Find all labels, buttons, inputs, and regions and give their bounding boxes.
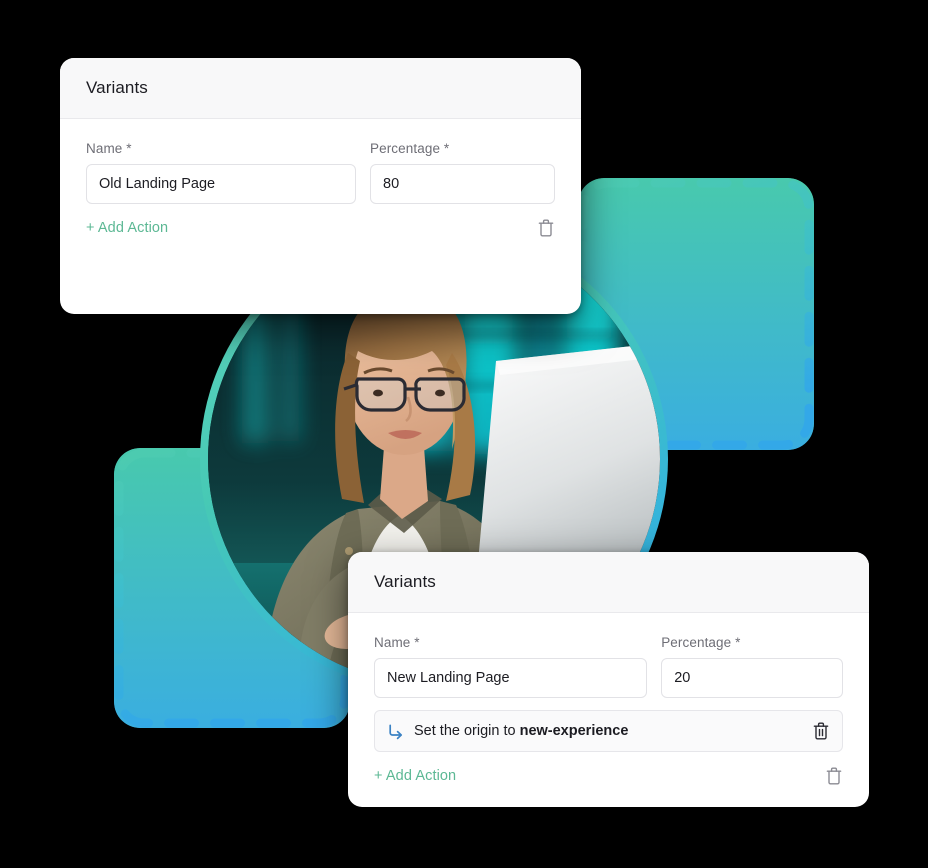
name-label: Name * [374,635,420,650]
percentage-field: Percentage * 80 [370,141,555,204]
percentage-input[interactable]: 20 [661,658,843,698]
trash-icon[interactable] [812,721,830,741]
name-input[interactable]: Old Landing Page [86,164,356,204]
composition-stage: Variants Name * Old Landing Page Percent… [0,0,928,868]
action-text-emphasis: new-experience [519,723,629,739]
name-field: Name * New Landing Page [374,635,648,698]
add-action-row: + Add Action [86,218,555,238]
card-title: Variants [374,572,436,591]
variants-card-old: Variants Name * Old Landing Page Percent… [60,58,581,314]
action-text-prefix: Set the origin to [414,723,520,739]
name-input[interactable]: New Landing Page [374,658,648,698]
action-description: Set the origin to new-experience [414,723,802,739]
trash-icon-glyph [538,219,554,237]
percentage-label: Percentage * [370,141,450,156]
corner-down-right-arrow-glyph [389,724,403,739]
add-action-row: + Add Action [374,766,843,786]
trash-icon[interactable] [825,766,843,786]
card-body: Name * Old Landing Page Percentage * 80 … [60,119,581,264]
percentage-label: Percentage * [661,635,741,650]
percentage-input[interactable]: 80 [370,164,555,204]
card-header: Variants [348,552,869,613]
percentage-field: Percentage * 20 [661,635,843,698]
trash-icon[interactable] [537,218,555,238]
card-title: Variants [86,78,148,97]
corner-down-right-arrow-icon [387,723,404,740]
variant-fields-row: Name * Old Landing Page Percentage * 80 [86,141,555,204]
card-body: Name * New Landing Page Percentage * 20 … [348,613,869,807]
name-label: Name * [86,141,132,156]
name-field: Name * Old Landing Page [86,141,356,204]
trash-icon-glyph [813,722,829,740]
card-header: Variants [60,58,581,119]
add-action-button[interactable]: + Add Action [86,220,168,236]
variants-card-new: Variants Name * New Landing Page Percent… [348,552,869,807]
add-action-button[interactable]: + Add Action [374,768,456,784]
action-row[interactable]: Set the origin to new-experience [374,710,843,752]
variant-fields-row: Name * New Landing Page Percentage * 20 [374,635,843,698]
trash-icon-glyph [826,767,842,785]
